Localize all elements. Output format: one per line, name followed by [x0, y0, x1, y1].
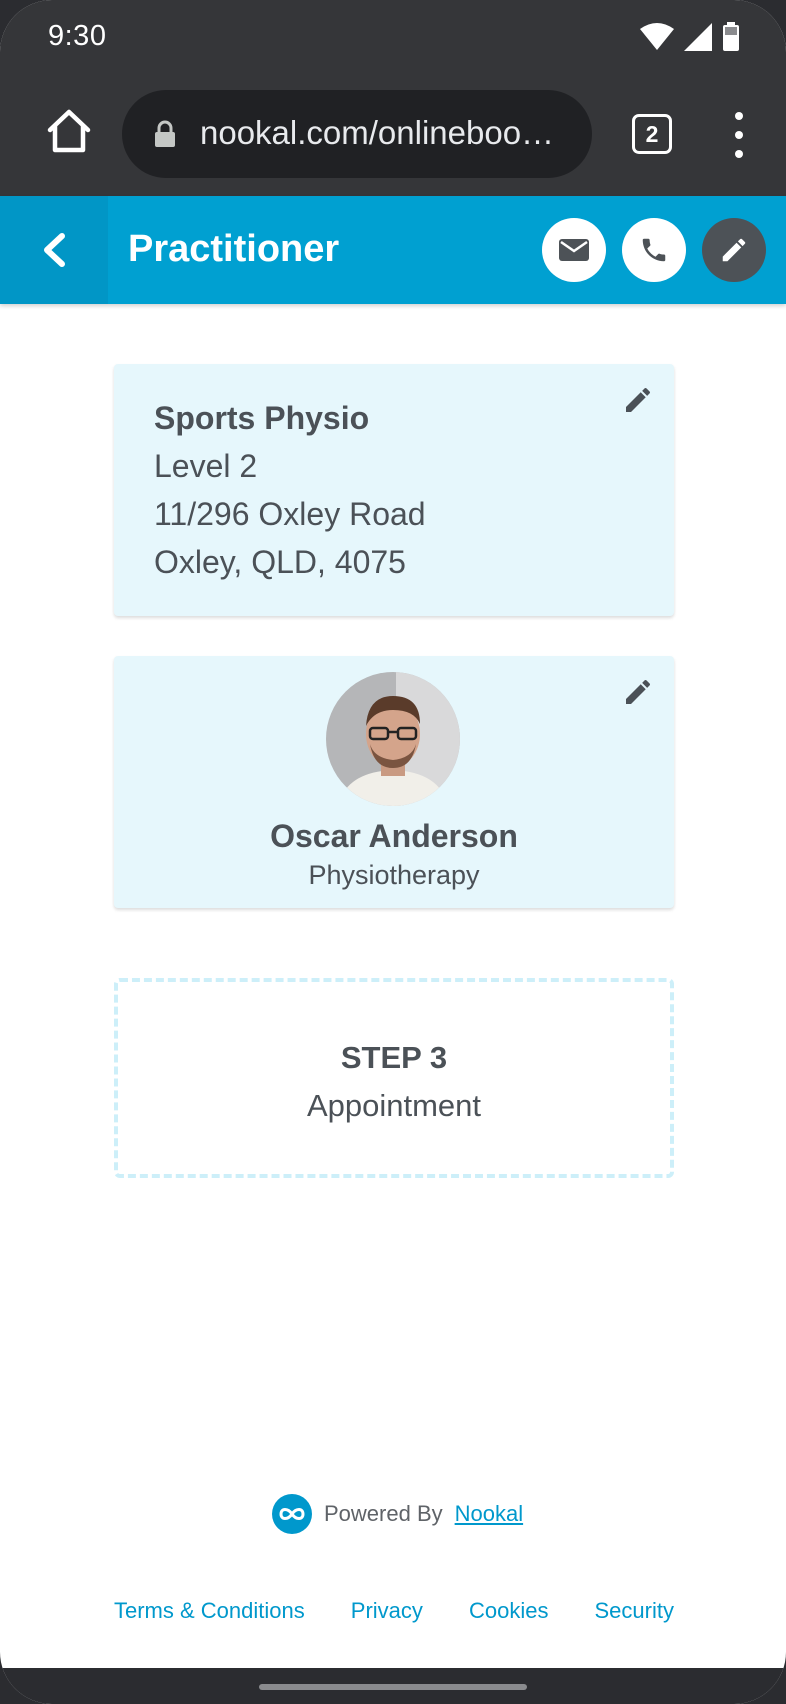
- battery-icon: [723, 22, 739, 51]
- tab-switcher-button[interactable]: 2: [632, 114, 672, 154]
- url-bar[interactable]: nookal.com/onlineboo…: [122, 90, 592, 178]
- pencil-icon: [626, 387, 650, 412]
- practitioner-name: Oscar Anderson: [270, 818, 518, 854]
- lock-icon: [155, 120, 175, 147]
- pencil-icon: [722, 238, 746, 262]
- security-link[interactable]: Security: [595, 1598, 674, 1624]
- chevron-left-icon: [44, 233, 65, 267]
- pencil-icon: [626, 679, 650, 704]
- address-line: 11/296 Oxley Road: [154, 496, 426, 532]
- terms-link[interactable]: Terms & Conditions: [114, 1598, 305, 1624]
- menu-dot: [735, 131, 743, 139]
- gesture-nav-bar: [0, 1668, 786, 1704]
- nookal-link[interactable]: Nookal: [455, 1501, 523, 1527]
- nookal-logo-icon: [272, 1494, 312, 1534]
- practitioner-card[interactable]: Oscar Anderson Physiotherapy: [114, 656, 674, 908]
- privacy-link[interactable]: Privacy: [351, 1598, 423, 1624]
- home-gesture-handle[interactable]: [259, 1684, 527, 1690]
- avatar-photo: [326, 672, 460, 806]
- phone-screen: 9:30 nookal.com/onlineboo… 2 Practitione…: [0, 0, 786, 1704]
- location-name: Sports Physio: [154, 400, 370, 436]
- edit-practitioner-button[interactable]: [620, 674, 656, 710]
- email-button[interactable]: [542, 218, 606, 282]
- signal-icon: [684, 23, 712, 51]
- app-header: Practitioner: [0, 196, 786, 304]
- address-line: Oxley, QLD, 4075: [154, 544, 406, 580]
- powered-by-text: Powered By: [324, 1501, 443, 1526]
- step-appointment-placeholder: STEP 3 Appointment: [114, 978, 674, 1178]
- browser-toolbar: nookal.com/onlineboo… 2: [0, 76, 786, 196]
- url-text: nookal.com/onlineboo…: [200, 114, 555, 151]
- back-button[interactable]: [0, 196, 108, 304]
- menu-dot: [735, 150, 743, 158]
- phone-button[interactable]: [622, 218, 686, 282]
- cookies-link[interactable]: Cookies: [469, 1598, 548, 1624]
- home-icon: [47, 109, 91, 153]
- menu-dot: [735, 112, 743, 120]
- phone-icon: [642, 238, 666, 262]
- footer-links: Terms & Conditions Privacy Cookies Secur…: [114, 1598, 674, 1624]
- home-button[interactable]: [44, 106, 94, 156]
- status-icons: [640, 22, 740, 52]
- address-line: Level 2: [154, 448, 258, 484]
- location-card[interactable]: Sports Physio Level 2 11/296 Oxley Road …: [114, 364, 674, 616]
- envelope-icon: [559, 239, 589, 261]
- edit-button[interactable]: [702, 218, 766, 282]
- status-time: 9:30: [48, 20, 107, 52]
- step-title: STEP 3: [340, 1040, 448, 1075]
- powered-by: Powered By Nookal: [272, 1494, 523, 1534]
- practitioner-specialty: Physiotherapy: [308, 860, 480, 890]
- edit-location-button[interactable]: [620, 382, 656, 418]
- wifi-icon: [640, 23, 674, 50]
- page-title: Practitioner: [128, 228, 340, 270]
- avatar: [326, 672, 460, 806]
- step-subtitle: Appointment: [306, 1088, 482, 1123]
- browser-menu-button[interactable]: [724, 112, 754, 158]
- status-bar: 9:30: [0, 0, 786, 76]
